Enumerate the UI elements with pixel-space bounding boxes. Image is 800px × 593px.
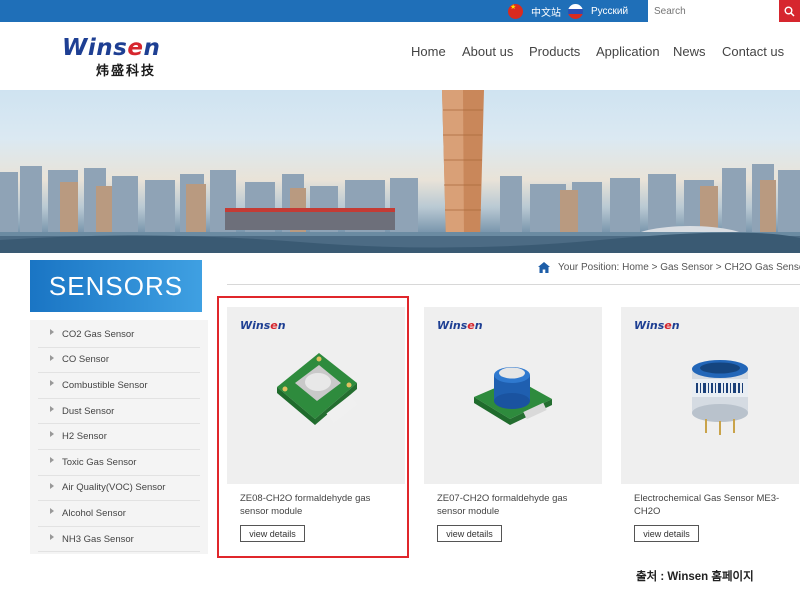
sidebar-item-co[interactable]: CO Sensor [38,348,200,374]
chevron-right-icon [50,329,54,335]
product-image[interactable]: Winsen [227,307,405,484]
breadcrumb-divider [227,284,800,285]
chevron-right-icon [50,533,54,540]
product-title[interactable]: Electrochemical Gas Sensor ME3-CH2O [634,492,794,518]
sidebar-item-dust[interactable]: Dust Sensor [38,399,200,425]
sidebar-item-label: Toxic Gas Sensor [62,456,137,468]
sidebar-item-h2[interactable]: H2 Sensor [38,424,200,450]
sensor-module-illustration [474,367,552,425]
electrochemical-sensor-illustration [692,360,748,435]
product-image[interactable]: Winsen [424,307,602,484]
sidebar-item-nh3[interactable]: NH3 Gas Sensor [38,527,200,553]
chevron-right-icon [50,380,54,387]
nav-contact-us[interactable]: Contact us [722,44,784,59]
city-skyline-image [0,90,800,253]
view-details-button[interactable]: view details [240,525,305,542]
home-icon[interactable] [538,262,550,273]
chevron-right-icon [50,508,54,515]
nav-news[interactable]: News [673,44,706,59]
language-chinese-link[interactable]: 中文站 [508,3,561,19]
sidebar-item-label: NH3 Gas Sensor [62,533,134,545]
product-title[interactable]: ZE08-CH2O formaldehyde gas sensor module [240,492,400,518]
sidebar-category-list: CO2 Gas Sensor CO Sensor Combustible Sen… [30,320,208,555]
sidebar-item-co2[interactable]: CO2 Gas Sensor [38,322,200,348]
sidebar-item-label: Combustible Sensor [62,379,148,391]
sidebar-item-alcohol[interactable]: Alcohol Sensor [38,501,200,527]
russia-flag-icon [568,3,583,19]
chevron-right-icon [50,456,54,463]
search-icon [784,6,795,17]
logo-chinese-name: 炜盛科技 [96,63,157,78]
nav-about-us[interactable]: About us [462,44,513,59]
sidebar-item-toxic-gas[interactable]: Toxic Gas Sensor [38,450,200,476]
sidebar-item-label: Alcohol Sensor [62,507,126,519]
search-button[interactable] [779,0,800,22]
source-caption: 출처 : Winsen 홈페이지 [636,571,754,583]
nav-products[interactable]: Products [529,44,580,59]
sidebar-item-combustible[interactable]: Combustible Sensor [38,373,200,399]
chevron-right-icon [50,405,54,412]
sidebar-item-air-quality[interactable]: Air Quality(VOC) Sensor [38,476,200,502]
chevron-right-icon [50,482,54,489]
sidebar-item-label: Air Quality(VOC) Sensor [62,482,166,494]
language-russian-link[interactable]: Русский [568,3,628,19]
breadcrumb: Your Position: Home > Gas Sensor > CH2O … [538,262,800,273]
china-flag-icon [508,3,523,19]
product-image[interactable]: Winsen [621,307,799,484]
logo-wordmark: Winsen [62,35,161,61]
nav-application[interactable]: Application [596,44,660,59]
sensor-module-illustration [277,353,358,425]
search-input[interactable] [648,0,779,22]
product-title[interactable]: ZE07-CH2O formaldehyde gas sensor module [437,492,597,518]
breadcrumb-text: Your Position: Home > Gas Sensor > CH2O … [558,262,800,273]
winsen-logo[interactable]: Winsen 炜盛科技 [62,35,162,80]
view-details-button[interactable]: view details [634,525,699,542]
sidebar-item-label: CO2 Gas Sensor [62,328,135,340]
sidebar-title: SENSORS [30,260,202,312]
hero-banner [0,90,800,253]
language-chinese-label: 中文站 [531,7,561,19]
chevron-right-icon [50,354,54,361]
view-details-button[interactable]: view details [437,525,502,542]
chevron-right-icon [50,431,54,438]
sidebar-item-label: Dust Sensor [62,405,115,417]
sidebar-item-label: CO Sensor [62,354,109,366]
language-russian-label: Русский [591,5,629,17]
nav-home[interactable]: Home [411,44,446,59]
sidebar-item-label: H2 Sensor [62,431,107,443]
